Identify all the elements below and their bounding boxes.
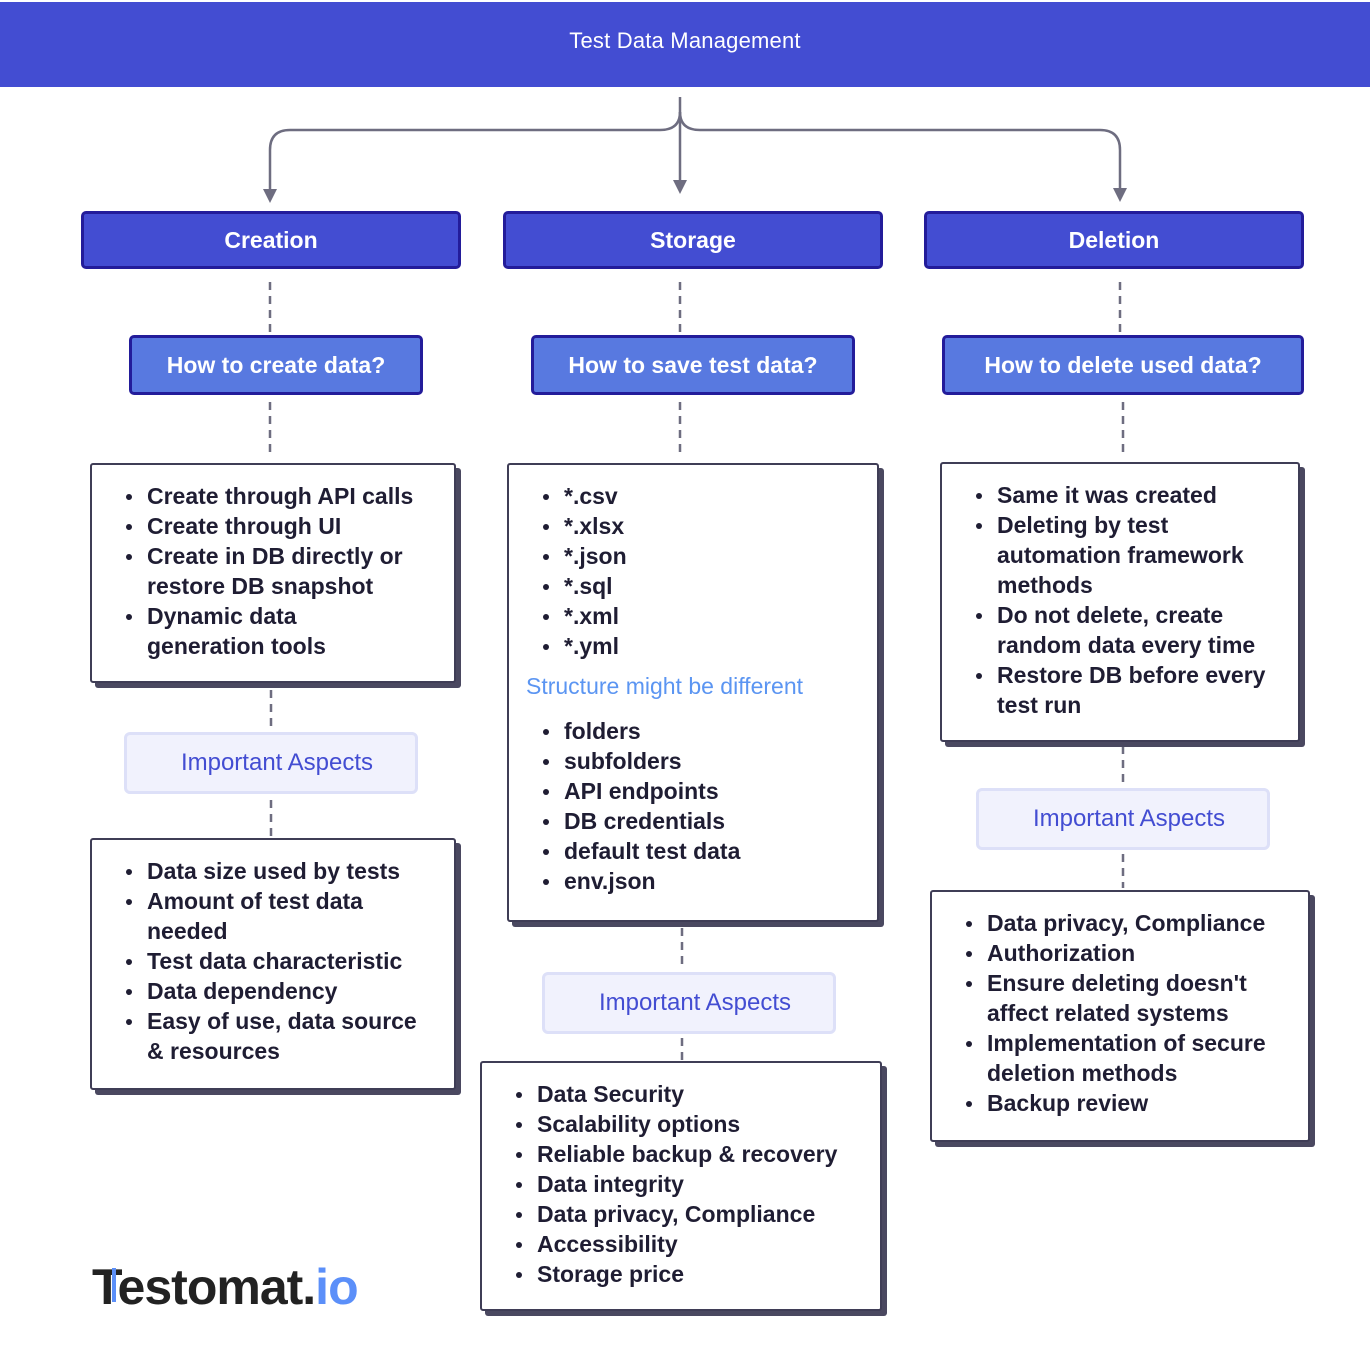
question-label: How to delete used data? [984,351,1262,378]
list-item: subfolders [543,746,877,776]
question-storage: How to save test data? [531,335,855,395]
category-creation: Creation [81,211,461,269]
list-item: *.xlsx [543,511,877,541]
list-item: *.xml [543,601,877,631]
list-item: Storage price [516,1259,880,1289]
list-item: Data size used by tests [126,856,454,886]
aspects-label-deletion: Important Aspects [976,788,1270,850]
list-item: Deleting by test automation framework me… [976,510,1272,600]
list-item: default test data [543,836,877,866]
deletion-methods-list: Same it was created Deleting by test aut… [942,480,1298,720]
list-item: Create through UI [126,511,454,541]
list-item: Test data characteristic [126,946,454,976]
arrow-head-deletion [1113,188,1127,202]
list-item: Implementation of secure deletion method… [966,1028,1292,1088]
storage-aspects-box: Data Security Scalability options Reliab… [480,1061,882,1311]
list-item: Ensure deleting doesn't affect related s… [966,968,1272,1028]
list-item: folders [543,716,877,746]
list-item: Backup review [966,1088,1308,1118]
category-storage: Storage [503,211,883,269]
list-item: Data dependency [126,976,454,1006]
branch-left [268,111,682,190]
storage-formats-list: *.csv *.xlsx *.json *.sql *.xml *.yml [509,481,877,661]
aspects-label-creation: Important Aspects [124,732,418,794]
logo-suffix: io [315,1259,358,1315]
structure-items-list: folders subfolders API endpoints DB cred… [509,716,877,896]
list-item: API endpoints [543,776,877,806]
category-label: Creation [224,226,318,253]
list-item: *.json [543,541,877,571]
list-item: *.yml [543,631,877,661]
list-item: Create in DB directly or restore DB snap… [126,541,427,601]
list-item: Data privacy, Compliance [966,908,1308,938]
list-item: Restore DB before every test run [976,660,1287,720]
aspects-label-storage: Important Aspects [542,972,836,1034]
list-item: env.json [543,866,877,896]
list-item: Authorization [966,938,1308,968]
list-item: Dynamic data generation tools [126,601,367,661]
list-item: Data Security [516,1079,880,1109]
deletion-aspects-box: Data privacy, Compliance Authorization E… [930,890,1310,1142]
question-deletion: How to delete used data? [942,335,1304,395]
arrow-head-creation [263,189,277,203]
list-item: Data integrity [516,1169,880,1199]
list-item: Reliable backup & recovery [516,1139,880,1169]
diagram-title: Test Data Management [569,27,801,53]
list-item: DB credentials [543,806,877,836]
creation-methods-box: Create through API calls Create through … [90,463,456,683]
deletion-methods-box: Same it was created Deleting by test aut… [940,462,1300,742]
logo-main: estomat. [117,1259,317,1315]
list-item: Create through API calls [126,481,454,511]
list-item: *.sql [543,571,877,601]
testomat-logo: Testomat.io [92,1258,359,1316]
aspects-label: Important Aspects [598,989,792,1016]
list-item: Scalability options [516,1109,880,1139]
list-item: Do not delete, create random data every … [976,600,1282,660]
question-label: How to save test data? [568,351,818,378]
category-deletion: Deletion [924,211,1304,269]
list-item: *.csv [543,481,877,511]
question-creation: How to create data? [129,335,423,395]
aspects-label: Important Aspects [1032,805,1226,832]
list-item: Amount of test data needed [126,886,397,946]
aspects-label: Important Aspects [180,749,374,776]
diagram-title-banner: Test Data Management [0,2,1370,87]
storage-aspects-list: Data Security Scalability options Reliab… [482,1079,880,1289]
creation-methods-list: Create through API calls Create through … [92,481,454,661]
branch-right [678,111,1122,190]
question-label: How to create data? [166,351,386,378]
deletion-aspects-list: Data privacy, Compliance Authorization E… [932,908,1308,1118]
structure-note: Structure might be different [526,673,803,699]
list-item: Easy of use, data source & resources [126,1006,437,1066]
list-item: Accessibility [516,1229,880,1259]
list-item: Data privacy, Compliance [516,1199,880,1229]
list-item: Same it was created [976,480,1298,510]
storage-formats-box: *.csv *.xlsx *.json *.sql *.xml *.yml St… [507,463,879,922]
arrow-head-storage [673,180,687,194]
creation-aspects-box: Data size used by tests Amount of test d… [90,838,456,1090]
logo-accent-mark [111,1268,116,1302]
creation-aspects-list: Data size used by tests Amount of test d… [92,856,454,1066]
category-label: Deletion [1068,226,1160,253]
category-label: Storage [650,226,736,253]
